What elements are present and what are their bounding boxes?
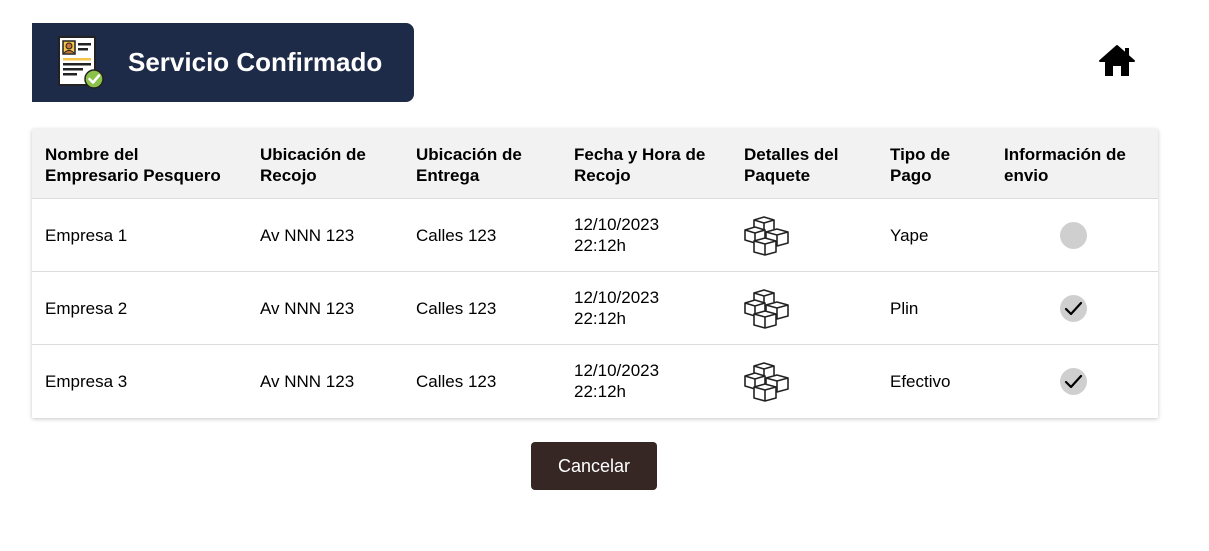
table-header: Nombre del Empresario Pesquero Ubicación …	[32, 129, 1158, 199]
header-informacion-envio: Información de envio	[1004, 145, 1126, 185]
cell-fecha-hora: 12/10/2023 22:12h	[574, 361, 660, 401]
cell-entrega: Calles 123	[416, 299, 497, 318]
check-icon	[1064, 374, 1083, 389]
packages-icon[interactable]	[744, 216, 790, 256]
check-icon	[1064, 301, 1083, 316]
home-icon[interactable]	[1098, 44, 1136, 78]
header-fecha-hora: Fecha y Hora de Recojo	[574, 145, 706, 185]
cell-recojo: Av NNN 123	[260, 226, 355, 245]
cell-empresa: Empresa 3	[45, 372, 128, 391]
cell-fecha-hora: 12/10/2023 22:12h	[574, 215, 660, 255]
table-row: Empresa 3 Av NNN 123 Calles 123 12/10/20…	[32, 345, 1158, 418]
table-row: Empresa 2 Av NNN 123 Calles 123 12/10/20…	[32, 272, 1158, 345]
header-tipo-pago: Tipo de Pago	[890, 145, 951, 185]
packages-icon[interactable]	[744, 362, 790, 402]
cancel-button[interactable]: Cancelar	[531, 442, 657, 490]
cell-pago: Plin	[890, 299, 919, 318]
page-title: Servicio Confirmado	[128, 47, 383, 77]
cell-pago: Yape	[890, 226, 929, 245]
header-detalles-paquete: Detalles del Paquete	[744, 145, 839, 185]
cell-empresa: Empresa 2	[45, 299, 128, 318]
confirmed-document-icon	[58, 36, 104, 89]
header-ubicacion-recojo: Ubicación de Recojo	[260, 145, 366, 185]
envio-confirmed-check[interactable]	[1060, 295, 1087, 322]
cell-empresa: Empresa 1	[45, 226, 128, 245]
header-ubicacion-entrega: Ubicación de Entrega	[416, 145, 522, 185]
cell-recojo: Av NNN 123	[260, 299, 355, 318]
envio-confirmed-check[interactable]	[1060, 368, 1087, 395]
cell-entrega: Calles 123	[416, 226, 497, 245]
packages-icon[interactable]	[744, 289, 790, 329]
page-header: Servicio Confirmado	[32, 23, 414, 102]
header-empresario: Nombre del Empresario Pesquero	[45, 145, 221, 185]
cell-recojo: Av NNN 123	[260, 372, 355, 391]
cell-entrega: Calles 123	[416, 372, 497, 391]
cell-pago: Efectivo	[890, 372, 951, 391]
services-table: Nombre del Empresario Pesquero Ubicación …	[32, 129, 1158, 418]
table-row: Empresa 1 Av NNN 123 Calles 123 12/10/20…	[32, 199, 1158, 272]
cell-fecha-hora: 12/10/2023 22:12h	[574, 288, 660, 328]
envio-pending-indicator[interactable]	[1060, 222, 1087, 249]
